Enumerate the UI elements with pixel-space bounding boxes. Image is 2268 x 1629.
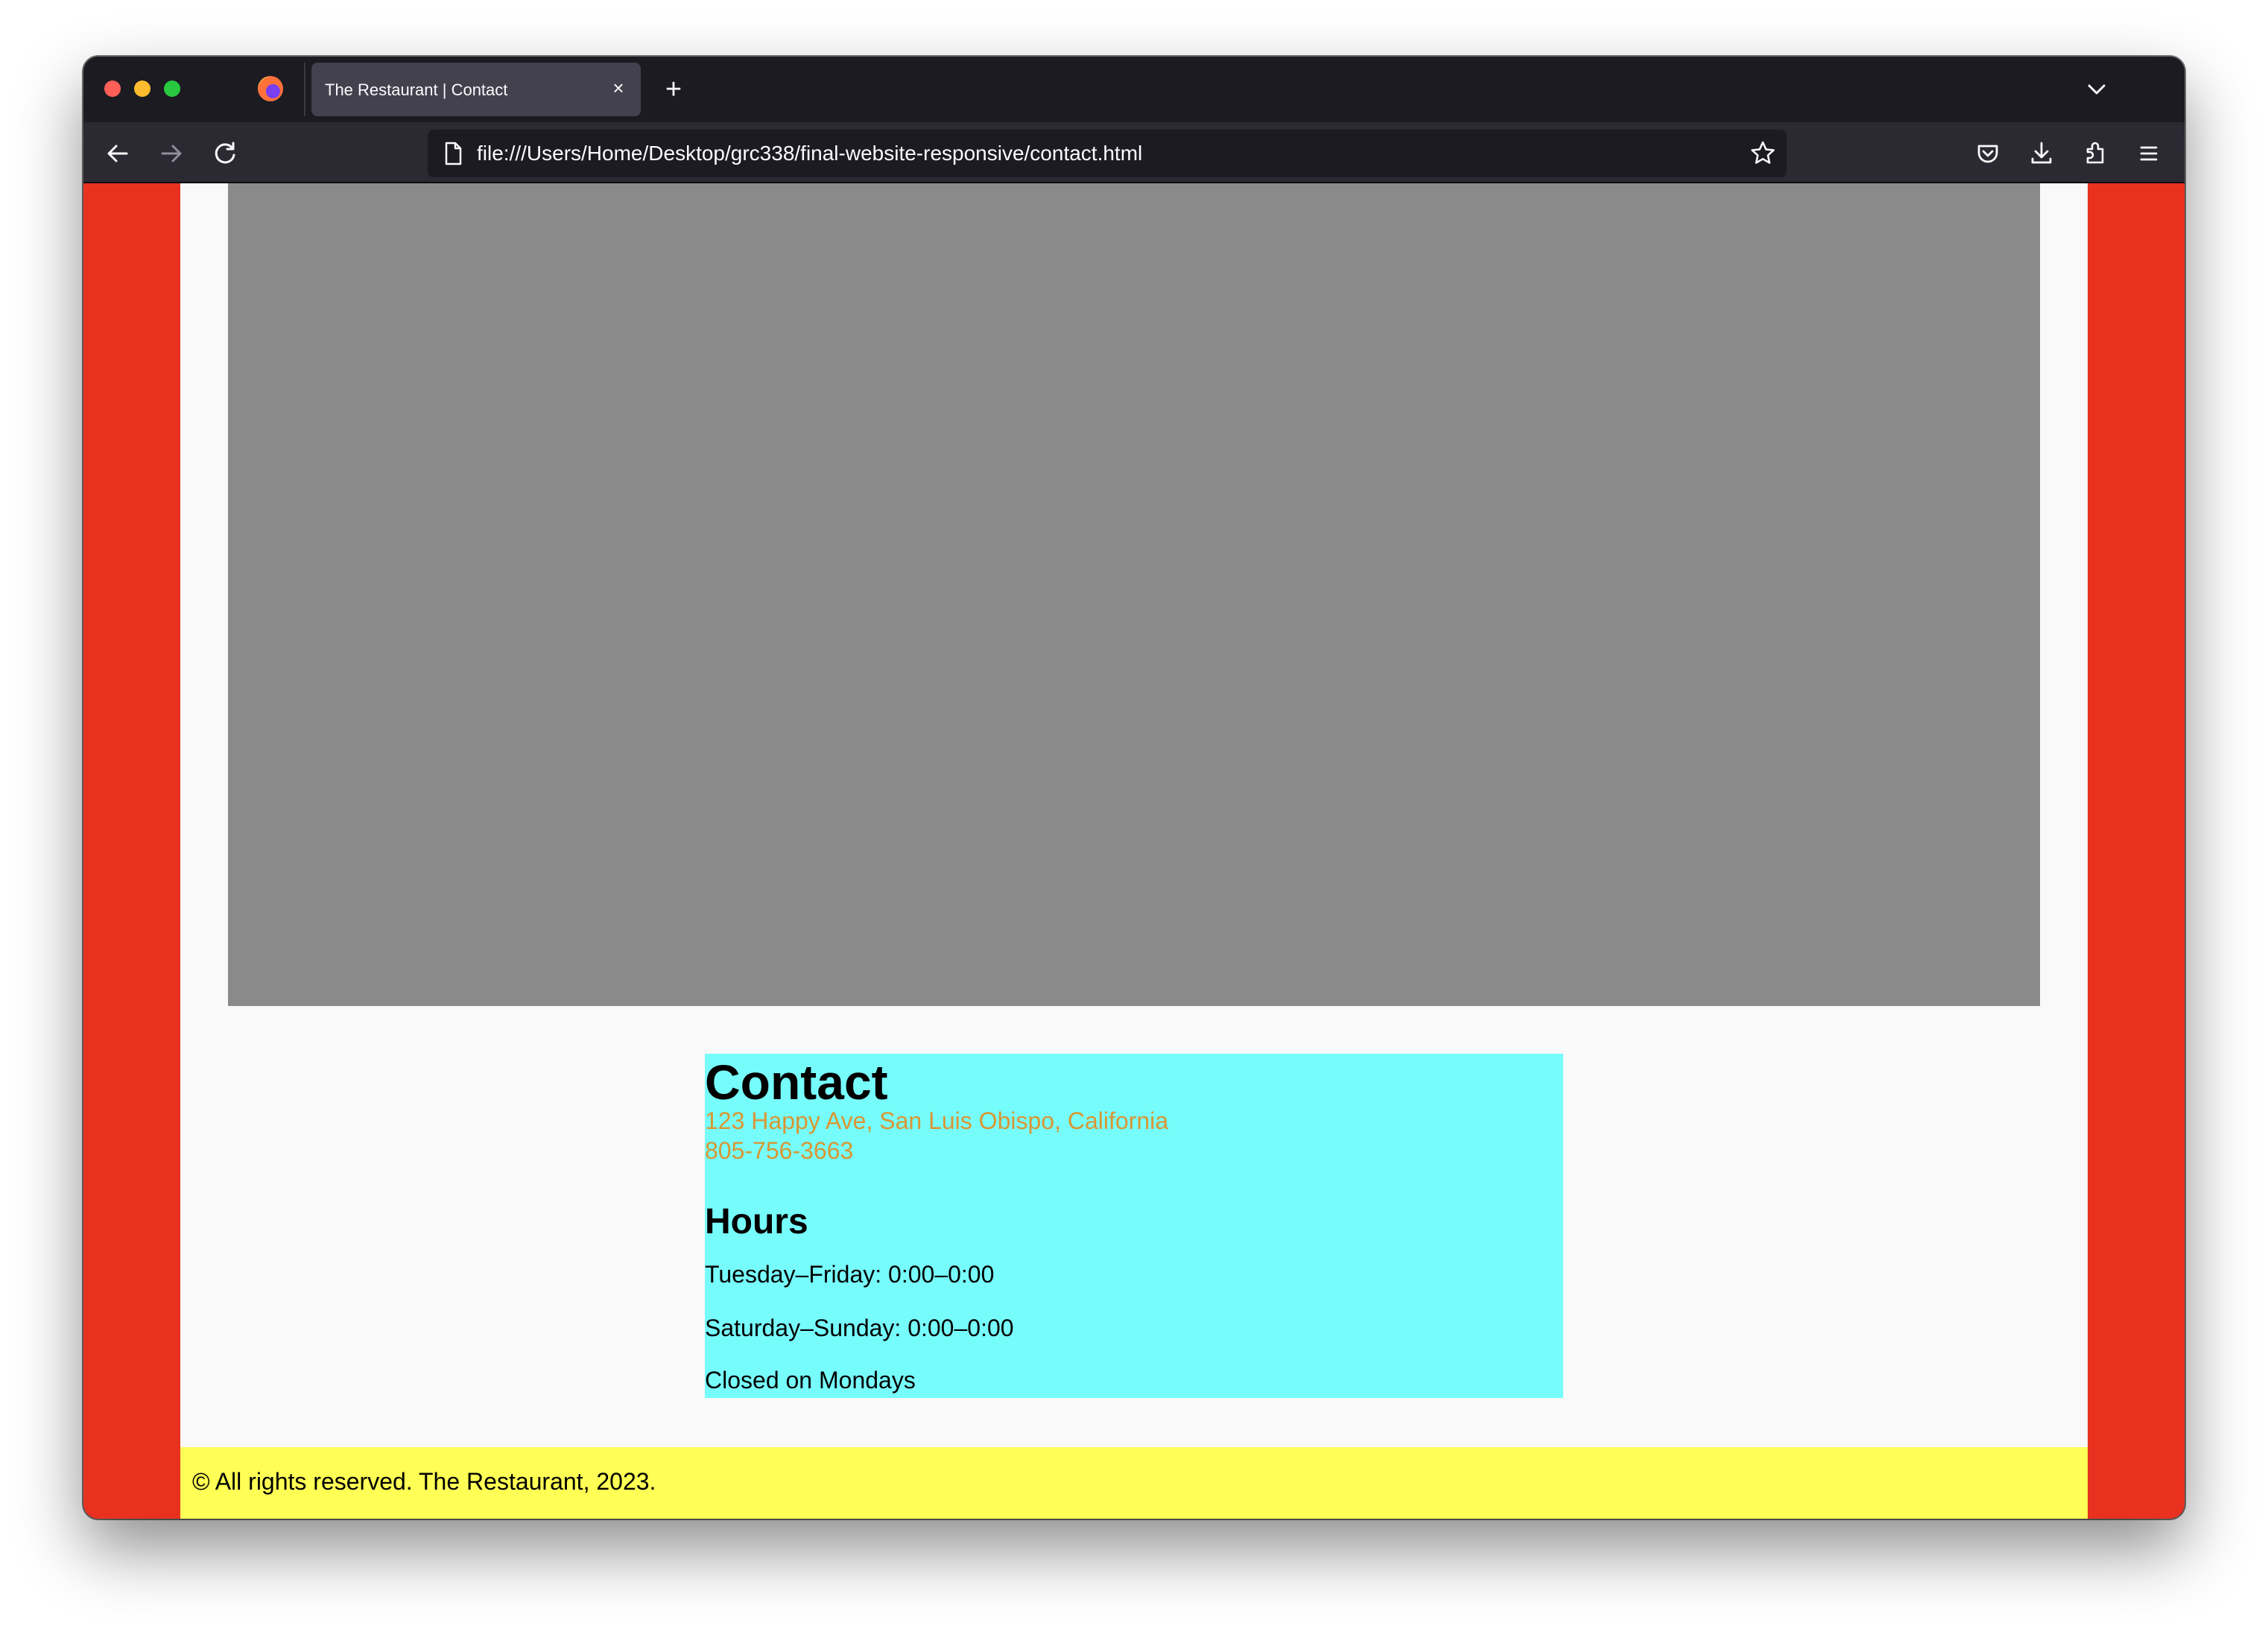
- address-text: 123 Happy Ave, San Luis Obispo, Californ…: [705, 1107, 1169, 1134]
- close-window-button[interactable]: [104, 80, 121, 97]
- browser-window: The Restaurant | Contact × + file:///Use…: [83, 57, 2185, 1519]
- navigation-toolbar: file:///Users/Home/Desktop/grc338/final-…: [83, 122, 2185, 183]
- chevron-down-icon[interactable]: [2080, 73, 2113, 106]
- new-tab-button[interactable]: +: [657, 73, 690, 106]
- star-icon[interactable]: [1748, 139, 1778, 168]
- contact-heading: Contact: [705, 1054, 888, 1110]
- minimize-window-button[interactable]: [134, 80, 151, 97]
- page-icon: [440, 140, 466, 167]
- hours-heading: Hours: [705, 1202, 808, 1241]
- phone-number: 805-756-3663: [705, 1137, 854, 1164]
- hours-line: Saturday–Sunday: 0:00–0:00: [705, 1315, 1014, 1341]
- reload-icon[interactable]: [207, 136, 243, 171]
- contact-section: Contact 123 Happy Ave, San Luis Obispo, …: [705, 1054, 1563, 1398]
- firefox-icon: [258, 76, 283, 101]
- page-viewport: Contact 123 Happy Ave, San Luis Obispo, …: [83, 183, 2185, 1519]
- url-text[interactable]: file:///Users/Home/Desktop/grc338/final-…: [477, 142, 1142, 165]
- site-footer: © All rights reserved. The Restaurant, 2…: [180, 1447, 2088, 1519]
- address-bar[interactable]: file:///Users/Home/Desktop/grc338/final-…: [428, 130, 1787, 177]
- tab-contact[interactable]: The Restaurant | Contact ×: [311, 63, 641, 116]
- zoom-window-button[interactable]: [164, 80, 180, 97]
- download-icon[interactable]: [2024, 136, 2059, 171]
- tab-title: The Restaurant | Contact: [325, 80, 508, 99]
- map-placeholder: [228, 183, 2040, 1006]
- hours-line: Closed on Mondays: [705, 1367, 916, 1394]
- page-container: Contact 123 Happy Ave, San Luis Obispo, …: [180, 183, 2088, 1519]
- copyright-text: © All rights reserved. The Restaurant, 2…: [192, 1468, 656, 1495]
- hamburger-menu-icon[interactable]: [2131, 136, 2167, 171]
- tab-divider: [304, 63, 305, 116]
- pocket-icon[interactable]: [1970, 136, 2006, 171]
- tab-strip: The Restaurant | Contact × +: [83, 57, 2185, 122]
- back-arrow-icon[interactable]: [100, 136, 136, 171]
- forward-arrow-icon[interactable]: [153, 136, 189, 171]
- puzzle-icon[interactable]: [2077, 136, 2113, 171]
- hours-line: Tuesday–Friday: 0:00–0:00: [705, 1261, 995, 1288]
- tab-close-icon[interactable]: ×: [606, 76, 630, 100]
